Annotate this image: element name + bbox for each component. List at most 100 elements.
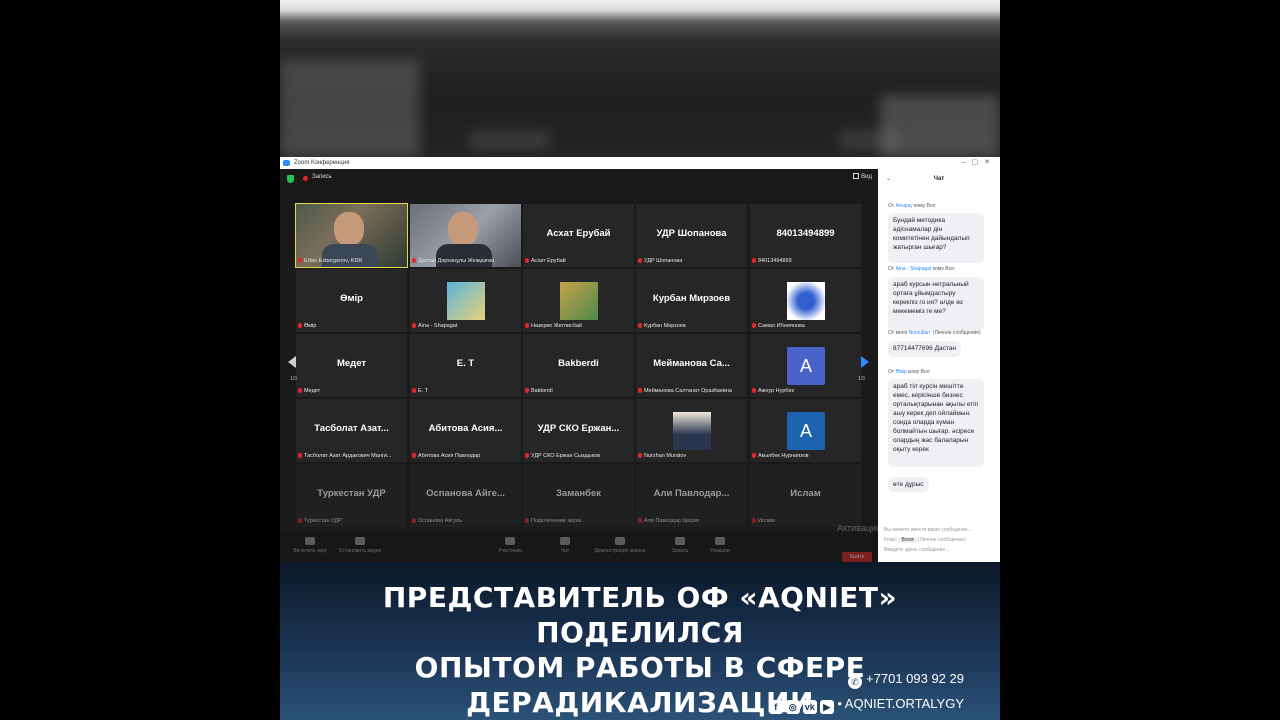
message-sender: Nursultan: (908, 330, 932, 336)
view-button[interactable]: Вид (853, 173, 872, 180)
participant-caption: Курбан Мирзоев (638, 323, 686, 329)
toolbar-label: Реакции (710, 548, 730, 554)
participant-tile[interactable]: Мейманова Са... Мейманова Салтанат Оразба… (636, 334, 747, 397)
participant-tile[interactable]: Bakberdi Bakberdi (523, 334, 634, 397)
private-label: (Личное сообщение) (917, 537, 966, 543)
participant-tile[interactable]: Асхат Ерубай Асхат Ерубай (523, 204, 634, 267)
recipient-select[interactable]: Всем (898, 537, 917, 543)
participant-name: Туркестан УДР (317, 488, 386, 499)
message-sender-line: От Атырау кому Все: (888, 203, 937, 209)
participant-caption: Е. Т (412, 388, 428, 394)
participant-tile[interactable]: Туркестан УДР Туркестан УДР (296, 464, 407, 527)
participant-caption-text: Erfan Esbergenov, KDR (304, 258, 363, 264)
participant-name: Абитова Асия... (428, 423, 503, 434)
participant-tile[interactable]: Erfan Esbergenov, KDR (295, 203, 408, 268)
message-recipient: кому Все: (932, 266, 956, 272)
next-page-arrow-icon[interactable] (861, 356, 869, 368)
youtube-icon[interactable]: ▶ (819, 700, 834, 714)
muted-mic-icon (752, 453, 756, 458)
message-from-prefix: От (888, 203, 895, 209)
facebook-icon[interactable]: f (768, 700, 783, 714)
record-icon (303, 176, 308, 181)
toolbar-button[interactable]: Чат (535, 537, 595, 554)
participant-caption: Nurzhan Muratov (638, 453, 686, 459)
chat-header: ⌄ Чат (878, 169, 1000, 189)
participant-caption-text: УДР Шопанова (644, 258, 683, 264)
participant-tile[interactable]: Заманбек Подключение звука (523, 464, 634, 527)
participant-name: Медет (336, 358, 367, 369)
participant-tile[interactable]: Назерке Жетписбай (523, 269, 634, 332)
participant-caption: УДР Шопанова (638, 258, 682, 264)
participant-tile[interactable]: Курбан Мирзоев Курбан Мирзоев (636, 269, 747, 332)
participant-caption-text: УДР СКО Ержан Сыздыков (531, 453, 601, 459)
page-indicator-left: 1/3 (290, 376, 297, 382)
shield-icon[interactable] (287, 175, 294, 183)
participant-caption-text: Мейманова Салтанат Оразбаевна (644, 388, 732, 394)
chevron-down-icon[interactable]: ⌄ (886, 169, 891, 189)
participant-tile[interactable]: Абитова Асия... Абитова Асия Павлодар (410, 399, 521, 462)
participant-caption-text: Подключение звука (531, 518, 582, 524)
toolbar-button[interactable]: Реакции (690, 537, 750, 554)
instagram-icon[interactable]: ◎ (785, 700, 800, 714)
participant-name: Али Павлодар... (653, 488, 730, 499)
toolbar-button[interactable]: Демонстрация экрана (590, 537, 650, 554)
chat-input[interactable]: Введите здесь сообщение... (884, 545, 1000, 555)
chat-icon (560, 537, 570, 545)
participant-caption: Өмір (298, 323, 316, 329)
chat-message: араб курсын нетральный ортаға ұйымдастыр… (888, 277, 984, 331)
participant-caption: Назерке Жетписбай (525, 323, 582, 329)
participant-tile[interactable]: 84013494899 84013494899 (750, 204, 861, 267)
participant-caption: Тасболат Азат Ардакович Манги... (298, 453, 392, 459)
participant-tile[interactable]: Самал Ибниянова (750, 269, 861, 332)
message-recipient: кому Все: (908, 369, 931, 375)
participant-tile[interactable]: Е. Т Е. Т (410, 334, 521, 397)
participants-icon (505, 537, 515, 545)
participant-name: Асхат Ерубай (546, 228, 611, 239)
participant-caption-text: Асхат Ерубай (531, 258, 566, 264)
window-controls[interactable]: –▢✕ (962, 157, 996, 169)
contacts: ✆ +7701 093 92 29 f ◎ vk ▶ • AQNIET.ORTALYGY (766, 666, 964, 716)
site-label: AQNIET.ORTALYGY (844, 696, 964, 711)
participant-caption: Туркестан УДР (298, 518, 342, 524)
participant-tile[interactable]: Медет Медет (296, 334, 407, 397)
participant-tile[interactable]: Тасболат Азат... Тасболат Азат Ардакович … (296, 399, 407, 462)
message-from-prefix: От (888, 369, 895, 375)
chat-input-hint: Вы можете ввести ваше сообщение... (884, 527, 972, 533)
participant-tile[interactable]: Дастан Дәрханұлы Жезқазған (410, 204, 521, 267)
participant-tile[interactable]: Али Павлодар... Али Павлодар Цюрих (636, 464, 747, 527)
participant-name: Bakberdi (558, 358, 599, 369)
toolbar-button[interactable]: Участники (480, 537, 540, 554)
vk-icon[interactable]: vk (802, 700, 817, 714)
chat-input-area[interactable]: Вы можете ввести ваше сообщение... Кому:… (884, 525, 1000, 561)
message-from-prefix: От меня (888, 330, 908, 336)
participant-name: Ислам (790, 488, 821, 499)
muted-mic-icon (412, 518, 416, 523)
recording-label: Запись (312, 174, 332, 180)
chat-title: Чат (933, 176, 945, 182)
participant-tile[interactable]: A Ажнур Нурбек (750, 334, 861, 397)
participant-caption-text: Туркестан УДР (304, 518, 342, 524)
muted-mic-icon (525, 453, 529, 458)
participant-caption-text: Bakberdi (531, 388, 553, 394)
participant-tile[interactable]: Оспанова Айге... Оспанова Айгуль (410, 464, 521, 527)
prev-page-arrow-icon[interactable] (288, 356, 296, 368)
participant-tile[interactable]: Nurzhan Muratov (636, 399, 747, 462)
participant-picture (560, 282, 598, 320)
muted-mic-icon (638, 323, 642, 328)
participant-name: Заманбек (555, 488, 602, 499)
participant-tile[interactable]: Ислам Ислам (750, 464, 861, 527)
participant-tile[interactable]: Өмір Өмір (296, 269, 407, 332)
participant-tile[interactable]: УДР СКО Ержан... УДР СКО Ержан Сыздыков (523, 399, 634, 462)
message-recipient: (Личное сообщение) (932, 330, 981, 336)
participant-tile[interactable]: A Акылбек Нурниязов (750, 399, 861, 462)
exit-button[interactable]: Выйти (842, 552, 872, 562)
participant-tile[interactable]: Aina - Shapagat (410, 269, 521, 332)
participant-caption-text: Акылбек Нурниязов (758, 453, 809, 459)
participant-tile[interactable]: УДР Шопанова УДР Шопанова (636, 204, 747, 267)
participant-caption: Ажнур Нурбек (752, 388, 794, 394)
muted-mic-icon (298, 258, 302, 263)
blurred-background-strip (280, 0, 1000, 157)
toolbar-label: Остановить видео (338, 548, 382, 554)
window-titlebar: Zoom Конференция –▢✕ (280, 157, 1000, 169)
toolbar-button[interactable]: Остановить видео (330, 537, 390, 554)
